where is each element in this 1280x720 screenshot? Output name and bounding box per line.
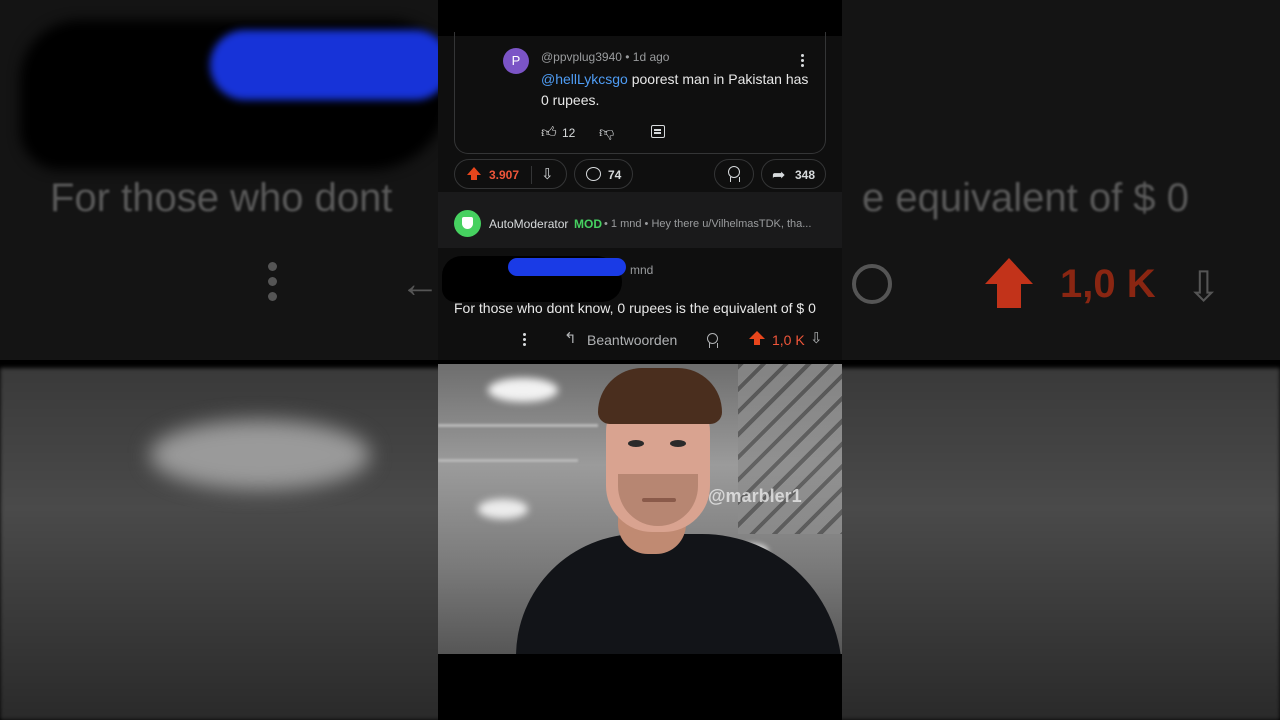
- person-hair: [598, 368, 722, 424]
- reddit-screenshot: P @ppvplug3940 • 1d ago @hellLykcsgo poo…: [438, 32, 842, 360]
- person-eye: [670, 440, 686, 447]
- like-count: 12: [562, 126, 576, 140]
- award-icon: [728, 166, 740, 182]
- vote-divider: [531, 166, 532, 184]
- share-count: 348: [795, 168, 816, 182]
- background-upvote-stem: [997, 284, 1021, 308]
- automod-username[interactable]: AutoModerator: [489, 217, 568, 231]
- video-frame: P @ppvplug3940 • 1d ago @hellLykcsgo poo…: [438, 0, 842, 720]
- comment-time: mnd: [630, 263, 654, 277]
- upvote-icon[interactable]: [467, 167, 481, 180]
- dislike-icon[interactable]: 👎︎: [599, 124, 614, 142]
- watermark: @marbler1: [708, 486, 802, 506]
- top-comment: mnd For those who dont know, 0 rupees is…: [438, 248, 842, 360]
- automod-meta: • 1 mnd • Hey there u/VilhelmasTDK, tha.…: [604, 218, 812, 230]
- avatar[interactable]: P: [503, 48, 529, 74]
- reply-author-meta[interactable]: @ppvplug3940 • 1d ago: [541, 50, 669, 64]
- shield-icon: [454, 210, 481, 237]
- kebab-menu-icon[interactable]: [523, 333, 527, 348]
- comment-score: 1,0 K: [772, 332, 805, 348]
- ceiling-beam: [438, 459, 578, 462]
- ceiling-beam: [438, 424, 598, 427]
- share-button[interactable]: ➦ 348: [761, 159, 826, 189]
- chat-bubble-icon: [586, 167, 601, 181]
- person-shirt: [516, 534, 842, 654]
- background-shelving: [738, 364, 842, 534]
- upvote-icon[interactable]: [749, 331, 765, 345]
- background-scribble-blue: [210, 30, 450, 100]
- automod-comment-collapsed[interactable]: AutoModerator MOD • 1 mnd • Hey there u/…: [438, 200, 842, 248]
- background-kebab-icon: [268, 262, 278, 307]
- kebab-menu-icon[interactable]: [801, 54, 805, 69]
- comment-body: For those who dont know, 0 rupees is the…: [454, 300, 816, 316]
- reply-text: @hellLykcsgo poorest man in Pakistan has…: [541, 69, 811, 111]
- reply-card: P @ppvplug3940 • 1d ago @hellLykcsgo poo…: [454, 32, 826, 154]
- comment-actions: ↰ Beantwoorden 1,0 K ⇩: [438, 328, 842, 352]
- reply-arrow-icon[interactable]: ↰: [564, 329, 577, 347]
- background-downvote-icon: ⇩: [1186, 263, 1222, 310]
- mod-badge: MOD: [574, 217, 602, 231]
- reaction-photo: @marbler1: [438, 364, 842, 654]
- person-eye: [628, 440, 644, 447]
- comments-count: 74: [608, 168, 622, 182]
- vote-count: 3.907: [489, 168, 520, 182]
- downvote-icon[interactable]: ⇩: [541, 165, 554, 183]
- comment-icon[interactable]: [651, 125, 665, 138]
- post-action-bar: 3.907 ⇩ 74 ➦ 348: [454, 159, 826, 189]
- comments-button[interactable]: 74: [574, 159, 633, 189]
- ceiling-light: [488, 378, 558, 402]
- ceiling-light: [478, 499, 528, 519]
- reply-button[interactable]: Beantwoorden: [587, 332, 677, 348]
- background-text-left: For those who dont: [50, 176, 393, 220]
- person-mouth: [642, 498, 676, 502]
- section-divider: [438, 192, 842, 200]
- background-light-blur: [150, 420, 370, 490]
- background-upvote-icon: [985, 258, 1033, 284]
- background-award-icon: [852, 264, 892, 304]
- award-icon[interactable]: [707, 333, 718, 348]
- downvote-icon[interactable]: ⇩: [810, 329, 823, 347]
- mention-link[interactable]: @hellLykcsgo: [541, 71, 628, 87]
- like-icon[interactable]: 👍︎: [541, 124, 557, 142]
- background-score: 1,0 K: [1060, 262, 1156, 306]
- share-icon: ➦: [772, 167, 786, 184]
- background-reply-arrow-icon: ←: [400, 262, 440, 306]
- background-text-right: e equivalent of $ 0: [862, 176, 1189, 220]
- redaction-scribble-blue: [508, 258, 626, 276]
- award-button[interactable]: [714, 159, 754, 189]
- vote-pill: 3.907 ⇩: [454, 159, 567, 189]
